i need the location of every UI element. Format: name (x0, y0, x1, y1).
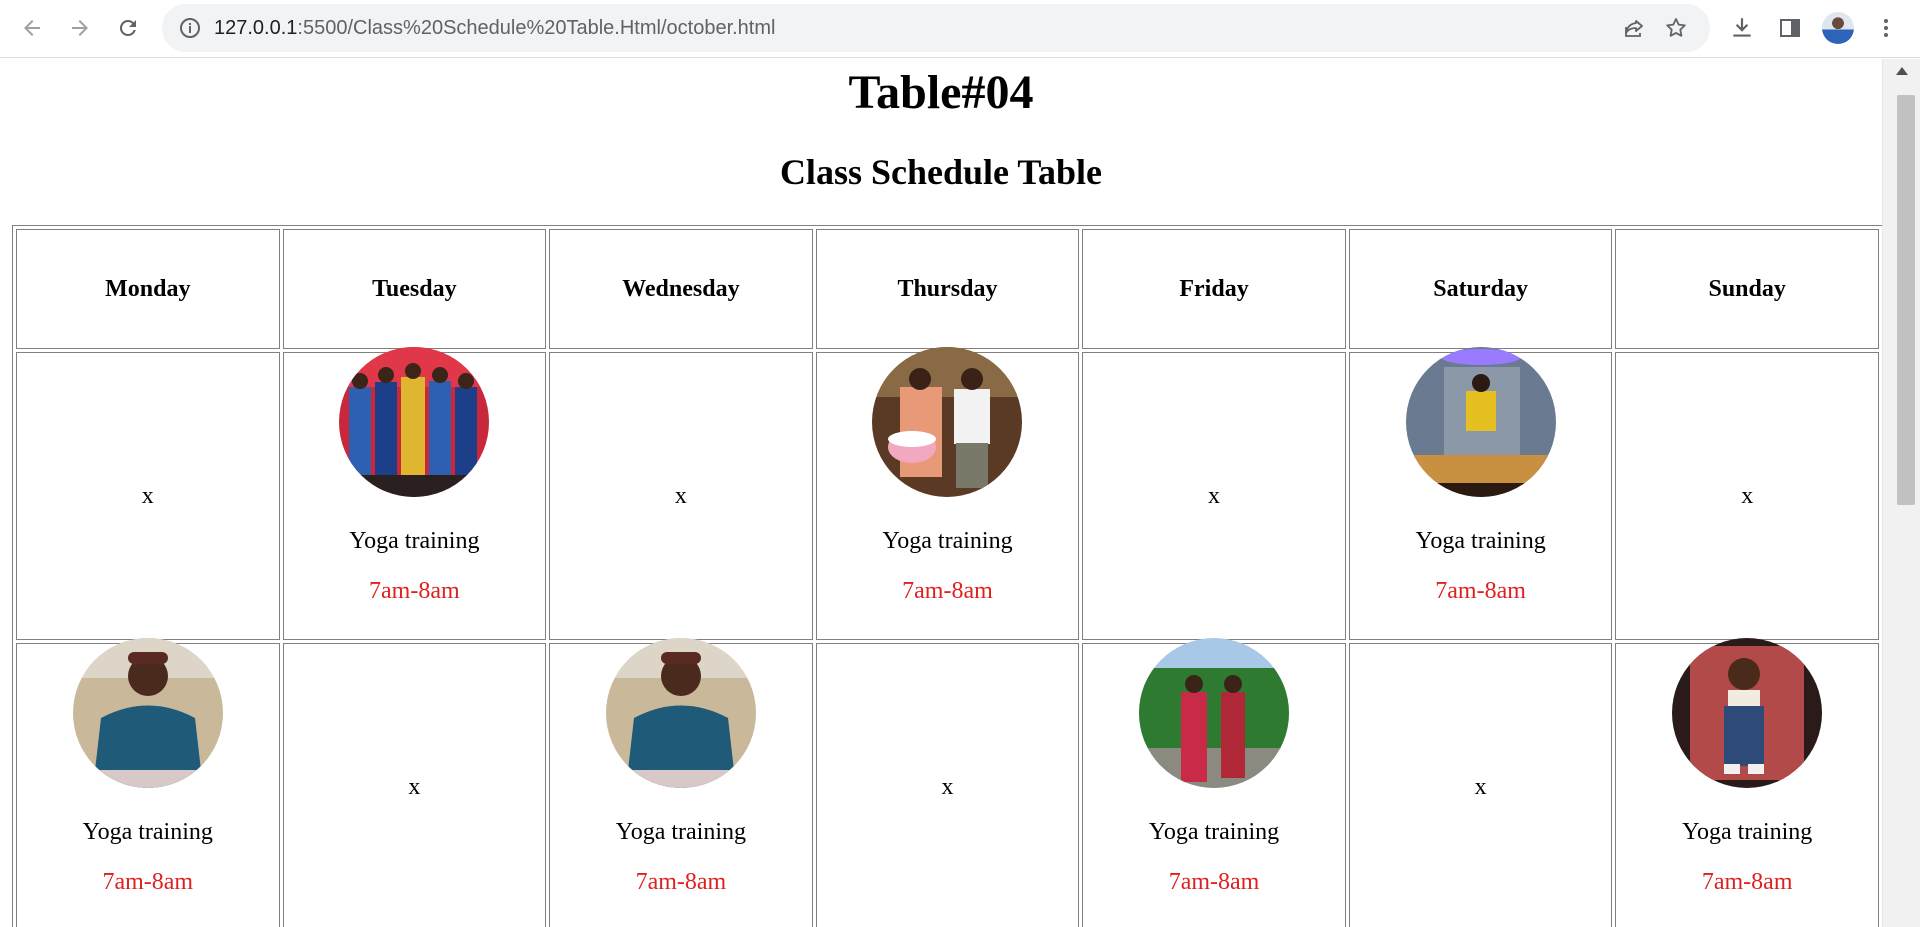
activity-label: Yoga training (1682, 819, 1813, 845)
time-label: 7am-8am (1168, 869, 1260, 895)
scrollbar-thumb[interactable] (1897, 95, 1915, 505)
schedule-cell: Yoga training 7am-8am (16, 638, 280, 927)
more-vertical-icon (1884, 19, 1888, 37)
schedule-cell: Yoga training 7am-8am (1082, 638, 1346, 927)
time-label: 7am-8am (635, 869, 727, 895)
schedule-cell: x (1348, 643, 1613, 927)
birthday-cake-photo (872, 347, 1023, 497)
table-row: x Yoga training 7am-8am x Yoga training … (16, 347, 1879, 640)
page-title: Table#04 (848, 66, 1034, 119)
day-header-saturday: Saturday (1348, 229, 1613, 349)
schedule-cell: x (549, 352, 813, 640)
schedule-cell: Yoga training 7am-8am (1615, 638, 1879, 927)
empty-slot-marker: x (141, 482, 154, 509)
time-label: 7am-8am (902, 578, 993, 604)
side-panel-button[interactable] (1776, 14, 1804, 42)
time-label: 7am-8am (369, 578, 460, 604)
empty-slot-marker: x (1208, 482, 1221, 509)
empty-slot-marker: x (674, 482, 687, 509)
schedule-cell: Yoga training 7am-8am (549, 638, 813, 927)
activity-label: Yoga training (1148, 819, 1280, 845)
url-text[interactable]: 127.0.0.1:5500/Class%20Schedule%20Table.… (214, 4, 775, 52)
man-in-cap-photo (72, 638, 223, 788)
time-label: 7am-8am (1435, 578, 1526, 604)
empty-slot-marker: x (1741, 482, 1754, 509)
activity-label: Yoga training (82, 819, 213, 845)
day-header-tuesday: Tuesday (282, 229, 547, 349)
schedule-cell: Yoga training 7am-8am (815, 347, 1080, 640)
schedule-cell: x (282, 643, 547, 927)
day-header-thursday: Thursday (815, 229, 1080, 349)
empty-slot-marker: x (408, 773, 421, 800)
schedule-cell: x (1615, 352, 1879, 640)
day-header-monday: Monday (16, 229, 280, 349)
time-label: 7am-8am (102, 869, 194, 895)
empty-slot-marker: x (941, 773, 954, 800)
profile-avatar[interactable] (1822, 12, 1854, 44)
share-icon[interactable] (1622, 16, 1646, 40)
schedule-cell: x (1082, 352, 1346, 640)
download-button[interactable] (1728, 14, 1756, 42)
page-viewport: Table#04 Class Schedule Table Monday Tue… (0, 59, 1882, 927)
two-men-red-outfits-photo (1139, 638, 1290, 788)
side-panel-icon (1780, 19, 1800, 37)
time-label: 7am-8am (1701, 869, 1793, 895)
activity-label: Yoga training (349, 528, 480, 554)
back-arrow-icon (24, 20, 40, 36)
vertical-scrollbar[interactable] (1882, 59, 1920, 927)
schedule-cell: Yoga training 7am-8am (282, 347, 547, 640)
reload-icon (119, 19, 136, 36)
group-graduation-photo (339, 347, 490, 497)
mirror-selfie-photo (1405, 347, 1556, 497)
schedule-table: Monday Tuesday Wednesday Thursday Friday… (12, 225, 1882, 927)
activity-label: Yoga training (882, 528, 1013, 554)
url-host: 127.0.0.1 (214, 17, 298, 39)
back-button[interactable] (14, 10, 50, 46)
header-row: Monday Tuesday Wednesday Thursday Friday… (16, 229, 1879, 349)
reload-button[interactable] (110, 10, 146, 46)
schedule-cell: Yoga training 7am-8am (1348, 347, 1613, 640)
day-header-friday: Friday (1082, 229, 1346, 349)
url-path: :5500/Class%20Schedule%20Table.Html/octo… (297, 17, 776, 39)
forward-button[interactable] (62, 10, 98, 46)
scroll-up-arrow-icon[interactable] (1896, 67, 1908, 75)
day-header-wednesday: Wednesday (549, 229, 813, 349)
activity-label: Yoga training (1415, 528, 1546, 554)
browser-toolbar: 127.0.0.1:5500/Class%20Schedule%20Table.… (0, 0, 1920, 58)
empty-slot-marker: x (1474, 773, 1487, 800)
activity-label: Yoga training (615, 819, 747, 845)
forward-arrow-icon (72, 20, 88, 36)
schedule-cell: x (815, 643, 1080, 927)
address-bar[interactable]: 127.0.0.1:5500/Class%20Schedule%20Table.… (162, 4, 1710, 52)
download-icon (1733, 18, 1751, 37)
menu-button[interactable] (1872, 14, 1900, 42)
child-overalls-photo (1672, 638, 1823, 788)
table-row: Yoga training 7am-8am x Yoga training 7a… (16, 638, 1879, 927)
day-header-sunday: Sunday (1615, 229, 1879, 349)
page-subtitle: Class Schedule Table (779, 152, 1103, 192)
site-info-icon[interactable] (178, 16, 202, 40)
bookmark-star-icon[interactable] (1664, 16, 1688, 40)
schedule-cell: x (16, 352, 280, 640)
man-in-cap-photo (605, 638, 756, 788)
